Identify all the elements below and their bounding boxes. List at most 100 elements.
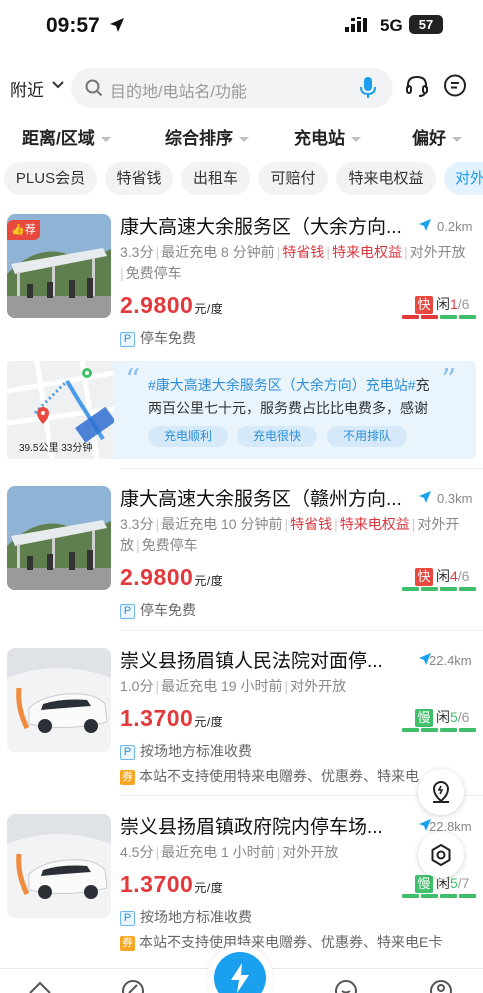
- settings-button[interactable]: [418, 832, 464, 878]
- charger-slot: [459, 315, 476, 319]
- parking-text: 按场地方标准收费: [140, 743, 252, 759]
- battery-indicator: 57: [409, 15, 443, 34]
- map-pin-icon: [432, 780, 450, 803]
- station-price: 2.9800元/度: [120, 292, 223, 319]
- station-score: 3.3分: [120, 516, 154, 532]
- parking-info: P 停车免费: [120, 600, 196, 620]
- chip-tld-benefits[interactable]: 特来电权益: [336, 162, 436, 195]
- station-distance: 22.4km: [429, 653, 472, 668]
- chip-save-money[interactable]: 特省钱: [105, 162, 173, 195]
- location-selector[interactable]: 附近: [10, 76, 44, 101]
- filter-station-type[interactable]: 充电站: [294, 124, 361, 149]
- total-count: /7: [457, 875, 470, 891]
- open-quote-icon: “: [125, 363, 141, 398]
- chip-taxi[interactable]: 出租车: [181, 162, 250, 195]
- filter-preference[interactable]: 偏好: [412, 124, 462, 149]
- network-type: 5G: [380, 16, 403, 35]
- route-map-thumbnail: 39.5公里 33分钟: [7, 361, 116, 459]
- charger-slot: [421, 894, 438, 898]
- total-count: /6: [457, 568, 470, 584]
- charger-slot: [421, 728, 438, 732]
- profile-icon[interactable]: [429, 979, 453, 993]
- parking-info: P 按场地方标准收费: [120, 741, 252, 761]
- chat-icon[interactable]: [442, 73, 468, 99]
- search-input[interactable]: 目的地/电站名/功能: [71, 68, 393, 108]
- availability-label: 闲: [436, 296, 450, 312]
- charger-type-badge: 慢: [415, 875, 433, 893]
- comment-tag: 不用排队: [327, 426, 407, 447]
- discover-icon[interactable]: [121, 979, 145, 993]
- charger-slot: [421, 315, 438, 319]
- station-open: 对外开: [417, 516, 460, 532]
- station-distance: 0.3km: [437, 491, 473, 506]
- station-meta: 3.3分 | 最近充电 8 分钟前 | 特省钱 | 特来电权益 | 对外开放 | 免费停车: [120, 244, 466, 281]
- parking-text: 停车免费: [140, 602, 196, 618]
- station-photo: [7, 814, 111, 918]
- total-count: /6: [457, 709, 470, 725]
- filter-preference-label: 偏好: [412, 129, 446, 148]
- comment-tag: 充电很快: [237, 426, 317, 447]
- dropdown-triangle-icon: [239, 137, 249, 143]
- navigate-arrow-icon[interactable]: [418, 490, 432, 504]
- chevron-down-icon[interactable]: [52, 80, 64, 90]
- price-unit: 元/度: [194, 881, 224, 895]
- charge-center-button[interactable]: [207, 945, 273, 993]
- search-icon: [85, 79, 103, 97]
- price-value: 2.9800: [120, 292, 194, 318]
- filter-station-type-label: 充电站: [294, 129, 345, 148]
- parking-text: 按场地方标准收费: [140, 909, 252, 925]
- free-count: 5: [450, 875, 458, 891]
- user-comment-card[interactable]: 39.5公里 33分钟 “ ” #康大高速大余服务区（大余方向）充电站#充两百公…: [7, 361, 476, 459]
- charger-availability: 快闲4/6: [415, 566, 469, 586]
- close-quote-icon: ”: [441, 363, 457, 398]
- charger-slot: [402, 587, 419, 591]
- filter-distance[interactable]: 距离/区域: [22, 124, 111, 149]
- parking-text: 停车免费: [140, 330, 196, 346]
- status-bar: 09:57 5G 57: [0, 0, 483, 52]
- station-photo: [7, 648, 111, 752]
- chip-compensable[interactable]: 可赔付: [258, 162, 328, 195]
- comment-text: #康大高速大余服务区（大余方向）充电站#充两百公里七十元，服务费占比比电费多，感…: [148, 374, 434, 420]
- chip-external[interactable]: 对外: [444, 162, 483, 195]
- divider: [120, 630, 483, 631]
- charger-slot: [402, 315, 419, 319]
- charger-slot: [402, 894, 419, 898]
- message-icon[interactable]: [334, 979, 358, 993]
- tag-save-money: 特省钱: [282, 244, 325, 260]
- price-value: 2.9800: [120, 564, 194, 590]
- filter-sort[interactable]: 综合排序: [165, 124, 249, 149]
- headset-icon[interactable]: [404, 73, 430, 99]
- comment-hashtag[interactable]: #康大高速大余服务区（大余方向）充电站#: [148, 377, 416, 393]
- station-last-charge: 最近充电 8 分钟前: [161, 244, 275, 260]
- station-price: 1.3700元/度: [120, 871, 223, 898]
- parking-icon: P: [120, 332, 135, 347]
- price-value: 1.3700: [120, 871, 194, 897]
- recommended-badge: 👍荐: [7, 220, 40, 240]
- station-name[interactable]: 康大高速大余服务区（大余方向...: [120, 212, 416, 239]
- charger-slot: [459, 728, 476, 732]
- price-unit: 元/度: [194, 302, 224, 316]
- charger-slot: [440, 587, 457, 591]
- navigate-arrow-icon[interactable]: [418, 218, 432, 232]
- dropdown-triangle-icon: [351, 137, 361, 143]
- dropdown-triangle-icon: [100, 137, 111, 143]
- divider: [120, 468, 483, 469]
- chip-plus-member[interactable]: PLUS会员: [4, 162, 97, 195]
- parking-icon: P: [120, 604, 135, 619]
- mic-icon[interactable]: [359, 76, 377, 100]
- settings-icon: [431, 844, 451, 866]
- station-name[interactable]: 崇义县扬眉镇人民法院对面停...: [120, 646, 416, 673]
- station-score: 1.0分: [120, 678, 154, 694]
- map-location-button[interactable]: [418, 769, 464, 815]
- availability-bars: [402, 315, 476, 319]
- charger-type-badge: 快: [415, 296, 433, 314]
- station-name[interactable]: 康大高速大余服务区（赣州方向...: [120, 484, 416, 511]
- station-name[interactable]: 崇义县扬眉镇政府院内停车场...: [120, 812, 416, 839]
- availability-bars: [402, 728, 476, 732]
- charger-slot: [459, 587, 476, 591]
- parking-icon: P: [120, 745, 135, 760]
- home-icon[interactable]: [28, 979, 52, 993]
- coupon-icon: 券: [120, 936, 135, 951]
- station-distance: 0.2km: [437, 219, 473, 234]
- filter-sort-label: 综合排序: [165, 129, 233, 148]
